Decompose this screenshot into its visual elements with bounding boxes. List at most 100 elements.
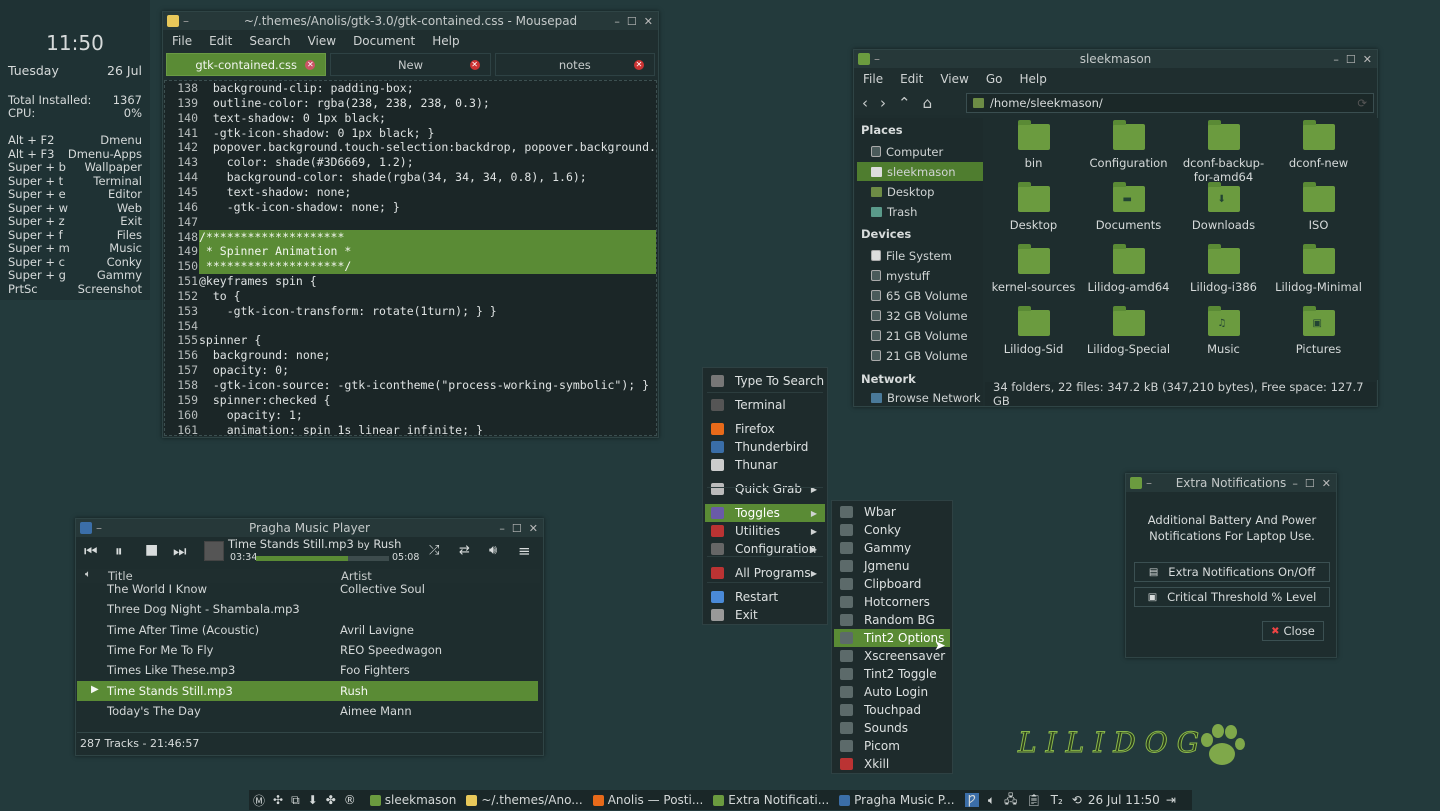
menu-edit[interactable]: Edit [900,72,923,86]
playlist-row[interactable]: The World I Know Collective Soul [77,583,538,599]
menu-launcher-icon[interactable]: Ⓜ [253,792,265,809]
menu-go[interactable]: Go [986,72,1003,86]
column-artist[interactable]: Artist [341,569,372,583]
mousepad-app-icon[interactable] [167,15,179,27]
shade-icon[interactable]: – [874,52,880,66]
dialog-titlebar[interactable]: – Extra Notifications – ☐ ✕ [1126,474,1336,492]
close-icon[interactable]: ✕ [1363,53,1372,66]
file-item[interactable]: ISO [1271,182,1366,232]
file-item[interactable]: Lilidog-amd64 [1081,244,1176,294]
sidebar-item-volume-21a[interactable]: 21 GB Volume [857,326,983,345]
file-item[interactable]: ⬇ Downloads [1176,182,1271,232]
sidebar-item-desktop[interactable]: Desktop [857,182,983,201]
mousepad-titlebar[interactable]: – ~/.themes/Anolis/gtk-3.0/gtk-contained… [163,12,658,30]
file-item[interactable]: bin [986,120,1081,170]
clipboard-icon[interactable]: 📋︎ [1026,793,1041,807]
minimize-icon[interactable]: – [1333,53,1339,66]
file-item[interactable]: Lilidog-Minimal [1271,244,1366,294]
file-item[interactable]: dconf-new [1271,120,1366,170]
sidebar-item-filesystem[interactable]: File System [857,246,983,265]
playlist-row[interactable]: Three Dog Night - Shambala.mp3 [77,599,538,619]
volume-icon[interactable]: 🔊︎ [489,543,497,558]
sidebar-item-mystuff[interactable]: mystuff [857,266,983,285]
taskbar-clock[interactable]: 26 Jul 11:50 [1088,793,1160,807]
menu-view[interactable]: View [308,34,336,48]
seek-bar[interactable] [256,556,389,561]
update-icon[interactable]: ⟲ [1072,793,1082,807]
close-icon[interactable]: ✕ [529,522,538,535]
file-item[interactable]: dconf-backup-for-amd64 [1176,120,1271,184]
tab-new[interactable]: New ✕ [330,53,491,76]
task-2[interactable]: Anolis — Posti... [592,793,703,807]
dialog-app-icon[interactable] [1130,477,1142,489]
toggle-item-jgmenu[interactable]: Jgmenu [834,557,950,575]
toggle-item-xscreensaver[interactable]: Xscreensaver [834,647,950,665]
toggle-item-picom[interactable]: Picom [834,737,950,755]
maximize-icon[interactable]: ☐ [1346,53,1356,66]
next-icon[interactable]: ⏭ [173,542,187,560]
home-icon[interactable]: ⌂ [923,94,933,112]
file-item[interactable]: Configuration [1081,120,1176,170]
pause-icon[interactable]: ⏸ [115,542,123,560]
menu-file[interactable]: File [172,34,192,48]
menu-item-exit[interactable]: Exit [705,606,825,624]
sidebar-item-volume-21b[interactable]: 21 GB Volume [857,346,983,365]
menu-icon[interactable]: ≡ [518,542,531,560]
toggle-item-gammy[interactable]: Gammy [834,539,950,557]
toggle-item-random-bg[interactable]: Random BG [834,611,950,629]
maximize-icon[interactable]: ☐ [627,15,637,28]
task-0[interactable]: sleekmason [369,793,456,807]
playlist-row[interactable]: Today's The Day Aimee Mann [77,701,538,721]
pragha-app-icon[interactable] [80,522,92,534]
shade-icon[interactable]: – [96,521,102,535]
network-icon[interactable]: 🖧︎ [1004,790,1017,811]
back-icon[interactable]: ‹ [862,94,868,112]
menu-item-toggles[interactable]: Toggles ▶ [705,504,825,522]
tab-notes[interactable]: notes ✕ [494,53,655,76]
menu-help[interactable]: Help [432,34,459,48]
menu-item-quick-grab[interactable]: Quick Grab ▶ [705,480,825,498]
toggle-item-xkill[interactable]: Xkill [834,755,950,773]
playlist-row[interactable]: Times Like These.mp3 Foo Fighters [77,660,538,680]
download-icon[interactable]: ⬇ [308,793,318,807]
stop-icon[interactable]: ■ [145,542,158,558]
close-tab-icon[interactable]: ✕ [633,59,644,70]
playlist-row[interactable]: Time For Me To Fly REO Speedwagon [77,640,538,660]
file-item[interactable]: Desktop [986,182,1081,232]
minimize-icon[interactable]: – [499,522,505,535]
toggle-item-touchpad[interactable]: Touchpad [834,701,950,719]
toggle-item-tint2-toggle[interactable]: Tint2 Toggle [834,665,950,683]
sidebar-item-trash[interactable]: Trash [857,202,983,221]
sidebar-item-volume-65[interactable]: 65 GB Volume [857,286,983,305]
toggle-item-clipboard[interactable]: Clipboard [834,575,950,593]
folder-app-icon[interactable] [858,53,870,65]
menu-search[interactable]: Search [249,34,290,48]
toggle-notifications-button[interactable]: ▤ Extra Notifications On/Off [1134,562,1330,582]
toggle-item-hotcorners[interactable]: Hotcorners [834,593,950,611]
menu-item-thunderbird[interactable]: Thunderbird [705,438,825,456]
file-item[interactable]: Lilidog-Sid [986,306,1081,356]
shuffle-icon[interactable]: ⤮ [429,543,439,558]
pragha-tray-icon[interactable]: Ƿ [964,793,979,807]
location-bar[interactable]: /home/sleekmason/ ⟳ [966,93,1374,113]
previous-icon[interactable]: ⏮ [84,542,98,560]
tab-gtk-contained[interactable]: gtk-contained.css ✕ [166,53,327,76]
menu-item-type-to-search[interactable]: Type To Search [705,372,825,390]
pragha-titlebar[interactable]: – Pragha Music Player – ☐ ✕ [76,519,543,537]
maximize-icon[interactable]: ☐ [512,522,522,535]
apps-grid-icon[interactable]: ✣ [273,793,283,807]
menu-document[interactable]: Document [353,34,415,48]
menu-item-restart[interactable]: Restart [705,588,825,606]
file-item[interactable]: ▣ Pictures [1271,306,1366,356]
close-tab-icon[interactable]: ✕ [305,59,316,70]
close-icon[interactable]: ✕ [1322,477,1331,490]
volume-icon[interactable]: 🔈︎ [988,793,995,808]
files-icon[interactable]: ⧉ [291,793,300,808]
task-3[interactable]: Extra Notificati... [713,793,829,807]
paw-launcher-icon[interactable]: ✤ [326,793,336,807]
task-4[interactable]: Pragha Music P... [839,793,955,807]
playlist-row[interactable]: ▶ Time Stands Still.mp3 Rush [77,680,538,701]
menu-item-utilities[interactable]: Utilities ▶ [705,522,825,540]
close-icon[interactable]: ✕ [644,15,653,28]
file-item[interactable]: Lilidog-i386 [1176,244,1271,294]
